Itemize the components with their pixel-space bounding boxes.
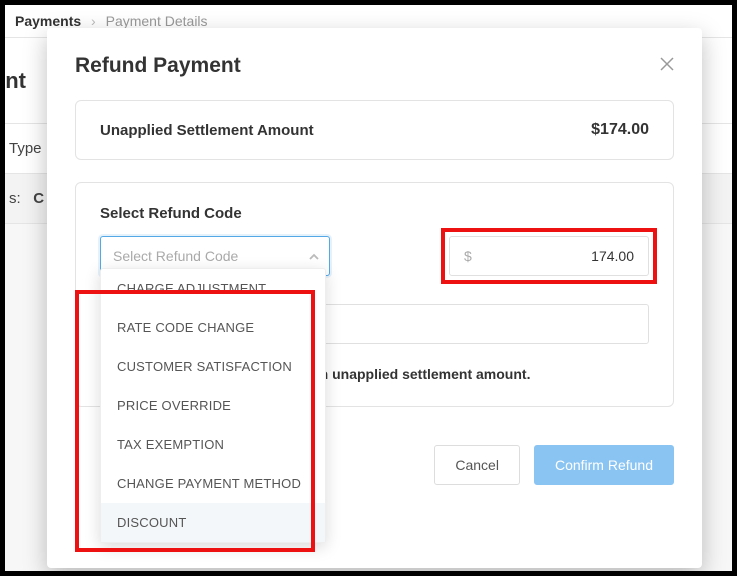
settlement-amount: $174.00 [591,121,649,139]
bg-s-label: s: [9,190,21,207]
bg-type-label: Type [9,140,42,157]
refund-code-option[interactable]: TAX EXEMPTION [101,425,325,464]
refund-code-option[interactable]: CUSTOMER SATISFACTION [101,347,325,386]
settlement-card: Unapplied Settlement Amount $174.00 [75,100,674,160]
currency-symbol: $ [464,248,472,264]
refund-code-option[interactable]: CHARGE ADJUSTMENT [101,269,325,308]
refund-code-option[interactable]: CHANGE PAYMENT METHOD [101,464,325,503]
refund-code-label: Select Refund Code [100,205,649,222]
modal-title: Refund Payment [75,54,241,78]
close-icon[interactable] [660,57,674,76]
cancel-button[interactable]: Cancel [434,445,520,485]
refund-modal: Refund Payment Unapplied Settlement Amou… [47,28,702,568]
refund-code-option[interactable]: DISCOUNT [101,503,325,542]
confirm-refund-button[interactable]: Confirm Refund [534,445,674,485]
chevron-right-icon: › [91,13,96,29]
refund-code-dropdown: CHARGE ADJUSTMENT RATE CODE CHANGE CUSTO… [100,268,326,543]
breadcrumb-root[interactable]: Payments [15,13,81,29]
bg-c-label: C [33,190,44,207]
chevron-up-icon [308,250,320,266]
refund-code-option[interactable]: RATE CODE CHANGE [101,308,325,347]
refund-code-placeholder: Select Refund Code [113,248,238,264]
breadcrumb-current: Payment Details [106,13,208,29]
page-title-fragment: ent [0,68,26,93]
refund-amount-value: 174.00 [591,248,634,264]
refund-form-card: Select Refund Code Select Refund Code $ [75,182,674,407]
settlement-label: Unapplied Settlement Amount [100,122,314,139]
refund-code-option[interactable]: PRICE OVERRIDE [101,386,325,425]
refund-amount-input[interactable]: $ 174.00 [449,236,649,276]
